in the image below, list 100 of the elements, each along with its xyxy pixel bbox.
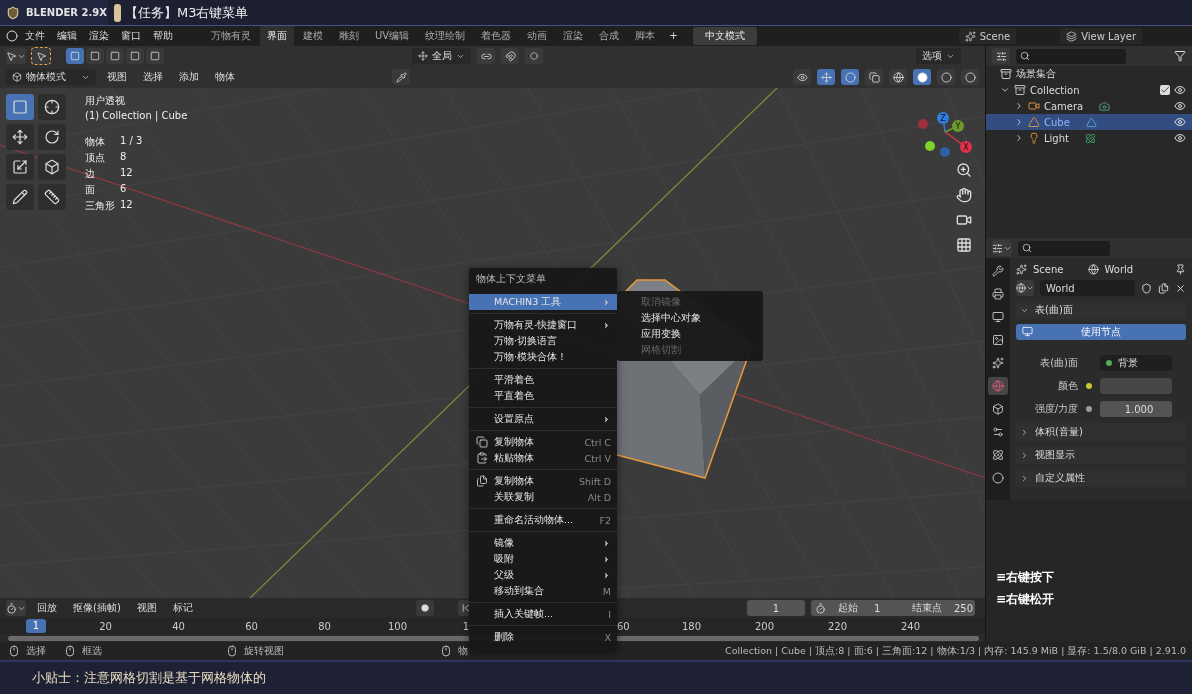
menu-item[interactable]: 设置原点: [469, 411, 617, 427]
menu-item[interactable]: 选择中心对象: [617, 310, 763, 326]
frame-range-field[interactable]: 起始 1 结束点 250: [811, 600, 975, 616]
menu-item[interactable]: 父级: [469, 567, 617, 583]
add-workspace-tab[interactable]: +: [664, 26, 683, 46]
timeline-menu[interactable]: 视图: [131, 601, 162, 615]
ruler-tick: 100: [386, 620, 409, 632]
menu-item[interactable]: 应用变换: [617, 326, 763, 342]
outliner-label: 场景集合: [1016, 67, 1056, 81]
ruler-tick: 60: [244, 620, 259, 632]
workspace-tab[interactable]: 动画: [520, 26, 555, 46]
menu-item[interactable]: 复制物体 Shift D: [469, 473, 617, 489]
header-menu[interactable]: 选择: [138, 70, 168, 84]
status-hint: 物: [458, 644, 468, 658]
timeline-menu[interactable]: 标记: [167, 601, 198, 615]
menu-item[interactable]: 重命名活动物体... F2: [469, 512, 617, 528]
outliner-row[interactable]: Light: [986, 130, 1192, 146]
ruler-tick: 220: [826, 620, 849, 632]
mode-dropdown[interactable]: 物体模式: [6, 69, 96, 85]
menu-item[interactable]: 帮助: [148, 26, 178, 46]
workspace-tab[interactable]: UV编辑: [368, 26, 417, 46]
current-frame-field[interactable]: 1: [747, 600, 805, 616]
field-value: 背景: [1118, 356, 1138, 370]
status-hint: 框选: [82, 644, 102, 658]
menu-item[interactable]: 渲染: [84, 26, 114, 46]
workspace-tab[interactable]: 脚本: [628, 26, 663, 46]
menu-item[interactable]: 粘贴物体 Ctrl V: [469, 450, 617, 466]
outliner-row[interactable]: Camera: [986, 98, 1192, 114]
axis-handle[interactable]: X: [944, 131, 972, 153]
menu-title: 物体上下文菜单: [475, 271, 547, 286]
panel-header[interactable]: 体积(音量): [1016, 423, 1186, 441]
menu-item[interactable]: 万物·切换语言: [469, 333, 617, 349]
menu-item[interactable]: 平滑着色: [469, 372, 617, 388]
workspace-tab[interactable]: 建模: [296, 26, 330, 46]
menu-item[interactable]: 关联复制 Alt D: [469, 489, 617, 505]
ruler-tick: 200: [753, 620, 776, 632]
breadcrumb-item[interactable]: World: [1104, 264, 1134, 275]
outliner-row[interactable]: 场景集合: [986, 66, 1192, 82]
menu-item[interactable]: 万物·模块合体！: [469, 349, 617, 365]
menu-item[interactable]: 复制物体 Ctrl C: [469, 434, 617, 450]
world-name-field[interactable]: World: [1040, 280, 1135, 296]
menu-item[interactable]: 镜像: [469, 535, 617, 551]
ruler-tick: 1: [461, 620, 469, 632]
options-dropdown[interactable]: 选项: [916, 48, 961, 64]
menu-item[interactable]: MACHIN3 工具: [469, 294, 617, 310]
banner-title: 【任务】M3右键菜单: [125, 3, 249, 22]
logo-text: BLENDER 2.9X: [26, 7, 107, 18]
timeline-menu[interactable]: 回放: [32, 601, 62, 615]
use-nodes-button[interactable]: 使用节点: [1016, 324, 1186, 340]
stat-value: 8: [120, 151, 128, 164]
outliner-label: Cube: [1044, 116, 1070, 128]
menu-item[interactable]: 移动到集合 M: [469, 583, 617, 599]
outliner-row[interactable]: Cube: [986, 114, 1192, 130]
stat-label: 顶点: [85, 151, 106, 165]
workspace-tab[interactable]: 雕刻: [332, 26, 366, 46]
menu-item[interactable]: 插入关键帧... I: [469, 606, 617, 622]
key-display-text: ≡右键松开: [996, 591, 1056, 608]
stat-label: 面: [85, 183, 96, 197]
ruler-tick: 240: [899, 620, 922, 632]
workspace-tab[interactable]: 万物有灵: [204, 26, 258, 46]
workspace-tab[interactable]: 渲染: [556, 26, 591, 46]
workspace-tab[interactable]: 界面: [260, 26, 294, 46]
number-field[interactable]: 1.000: [1100, 401, 1172, 417]
link-field[interactable]: 背景: [1100, 355, 1172, 371]
property-label: 表(曲)面: [1039, 356, 1078, 370]
view-name: 用户透视: [85, 94, 126, 108]
menu-item[interactable]: 吸附: [469, 551, 617, 567]
outliner-row[interactable]: Collection: [986, 82, 1192, 98]
timeline-menu[interactable]: 抠像(插帧): [68, 601, 126, 615]
menu-item[interactable]: 删除 X: [469, 629, 617, 645]
stat-value: 6: [120, 183, 128, 196]
menu-item[interactable]: 平直着色: [469, 388, 617, 404]
breadcrumb-item[interactable]: Scene: [1033, 264, 1064, 275]
workspace-tab[interactable]: 着色器: [474, 26, 519, 46]
menu-item[interactable]: 万物有灵-快捷窗口: [469, 317, 617, 333]
status-info: Collection | Cube | 顶点:8 | 面:6 | 三角面:12 | 物体:1/3 | 内存: 145.9 MiB | 显存: 1.5/8.0 GiB | 2.91.0: [725, 644, 1187, 658]
outliner-label: Camera: [1044, 100, 1084, 112]
stat-value: 12: [120, 199, 134, 212]
scene-selector[interactable]: Scene: [958, 28, 1017, 44]
header-menu[interactable]: 添加: [174, 70, 204, 84]
collection-label: (1) Collection | Cube: [85, 110, 188, 121]
menu-item[interactable]: 窗口: [116, 26, 146, 46]
panel-header[interactable]: 自定义属性: [1016, 469, 1186, 487]
property-label: 颜色: [1057, 379, 1078, 393]
current-frame-marker[interactable]: 1: [26, 619, 46, 633]
ruler-tick: 20: [98, 620, 113, 632]
panel-header[interactable]: 表(曲)面: [1016, 301, 1186, 319]
header-menu[interactable]: 视图: [102, 70, 132, 84]
status-hint: 旋转视图: [244, 644, 284, 658]
mode-button[interactable]: 中文模式: [692, 27, 757, 45]
workspace-tab[interactable]: 合成: [592, 26, 627, 46]
orientation-dropdown[interactable]: 全局: [412, 48, 471, 64]
ruler-tick: 40: [171, 620, 186, 632]
panel-header[interactable]: 视图显示: [1016, 446, 1186, 464]
menu-item[interactable]: 文件: [20, 26, 50, 46]
menu-item[interactable]: 编辑: [52, 26, 82, 46]
workspace-tab[interactable]: 纹理绘制: [418, 26, 473, 46]
view-layer-selector[interactable]: View Layer: [1060, 28, 1142, 44]
header-menu[interactable]: 物体: [210, 70, 240, 84]
ruler-tick: 180: [680, 620, 703, 632]
